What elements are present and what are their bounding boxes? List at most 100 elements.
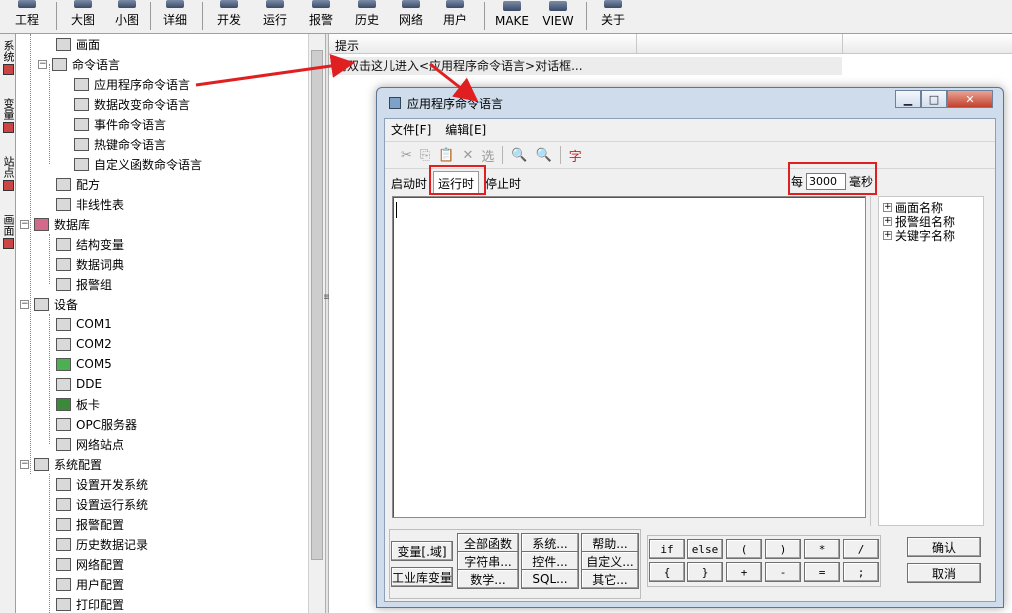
maximize-button[interactable]: □ xyxy=(921,90,947,108)
tree-node-keyword-names[interactable]: + 关键字名称 xyxy=(883,227,955,244)
tree-item-opc-server[interactable]: OPC服务器 xyxy=(56,414,137,434)
paste-icon[interactable]: 📋 xyxy=(438,148,454,163)
small-icons-button[interactable]: 小图 xyxy=(110,0,144,32)
tab-startup[interactable]: 启动时 xyxy=(391,175,427,192)
tree-item-data-dictionary[interactable]: 数据词典 xyxy=(56,254,124,274)
tree-item-print-config[interactable]: 打印配置 xyxy=(56,594,124,613)
tree-item-nonlinear-table[interactable]: 非线性表 xyxy=(56,194,124,214)
tree-item-network-config[interactable]: 网络配置 xyxy=(56,554,124,574)
tree-item-run-system[interactable]: 设置运行系统 xyxy=(56,494,148,514)
find-icon[interactable]: 🔍 xyxy=(511,148,527,163)
column-header-hint[interactable]: 提示 xyxy=(335,37,359,54)
collapse-icon[interactable]: − xyxy=(20,219,29,229)
font-icon[interactable]: 字 xyxy=(569,146,582,165)
user-button[interactable]: 用户 xyxy=(438,0,472,32)
tree-item-alarm-config[interactable]: 报警配置 xyxy=(56,514,124,534)
menu-file[interactable]: 文件[F] xyxy=(391,121,431,138)
tree-item-custom-function[interactable]: 自定义函数命令语言 xyxy=(74,154,202,174)
reference-tree: + 画面名称 + 报警组名称 + 关键字名称 xyxy=(878,196,984,526)
op-equals-button[interactable]: = xyxy=(804,562,840,582)
collapse-icon[interactable]: − xyxy=(20,299,29,309)
close-button[interactable]: ✕ xyxy=(947,90,993,108)
scrollbar-thumb[interactable] xyxy=(311,50,323,560)
math-functions-button[interactable]: 数学... xyxy=(457,569,519,589)
tab-station[interactable]: 站点 xyxy=(0,156,16,191)
custom-functions-button[interactable]: 自定义... xyxy=(581,551,639,571)
cancel-button[interactable]: 取消 xyxy=(907,563,981,583)
op-rparen-button[interactable]: ) xyxy=(765,539,801,559)
alarm-button[interactable]: 报警 xyxy=(304,0,338,32)
industry-lib-variable-button[interactable]: 工业库变量 xyxy=(391,567,453,587)
select-icon[interactable]: 选 xyxy=(481,146,494,165)
tree-item-database[interactable]: − 数据库 xyxy=(20,214,90,234)
develop-button[interactable]: 开发 xyxy=(212,0,246,32)
op-lparen-button[interactable]: ( xyxy=(726,539,762,559)
other-functions-button[interactable]: 其它... xyxy=(581,569,639,589)
tree-item-dde[interactable]: DDE xyxy=(56,374,102,394)
op-rbrace-button[interactable]: } xyxy=(687,562,723,582)
op-minus-button[interactable]: - xyxy=(765,562,801,582)
network-button[interactable]: 网络 xyxy=(394,0,428,32)
control-functions-button[interactable]: 控件... xyxy=(521,551,579,571)
large-icons-button[interactable]: 大图 xyxy=(66,0,100,32)
tree-item-com2[interactable]: COM2 xyxy=(56,334,112,354)
tree-item-board[interactable]: 板卡 xyxy=(56,394,100,414)
tree-item-user-config[interactable]: 用户配置 xyxy=(56,574,124,594)
tab-system[interactable]: 系统 xyxy=(0,40,16,75)
tree-item-com5[interactable]: COM5 xyxy=(56,354,112,374)
op-divide-button[interactable]: / xyxy=(843,539,879,559)
replace-icon[interactable]: 🔍 xyxy=(536,148,552,163)
expand-icon[interactable]: + xyxy=(883,203,892,212)
hint-row[interactable]: 请双击这儿进入<应用程序命令语言>对话框... xyxy=(329,57,842,75)
tree-item-alarm-group[interactable]: 报警组 xyxy=(56,274,112,294)
op-if-button[interactable]: if xyxy=(649,539,685,559)
tree-scrollbar[interactable] xyxy=(308,34,325,613)
variable-field-button[interactable]: 变量[.域] xyxy=(391,541,453,561)
tree-item-dev-system[interactable]: 设置开发系统 xyxy=(56,474,148,494)
tab-variable[interactable]: 变量 xyxy=(0,98,16,133)
sql-functions-button[interactable]: SQL... xyxy=(521,569,579,589)
tree-item-hotkey-command[interactable]: 热键命令语言 xyxy=(74,134,166,154)
tree-item-history-record[interactable]: 历史数据记录 xyxy=(56,534,148,554)
make-button[interactable]: MAKE xyxy=(492,0,532,32)
tree-item-recipe[interactable]: 配方 xyxy=(56,174,100,194)
expand-icon[interactable]: + xyxy=(883,217,892,226)
system-functions-button[interactable]: 系统... xyxy=(521,533,579,553)
minimize-button[interactable]: ▁ xyxy=(895,90,921,108)
script-editor[interactable] xyxy=(392,196,866,518)
details-button[interactable]: 详细 xyxy=(158,0,192,32)
tree-item-event-command[interactable]: 事件命令语言 xyxy=(74,114,166,134)
op-multiply-button[interactable]: * xyxy=(804,539,840,559)
tree-item-screen[interactable]: 画面 xyxy=(56,34,100,54)
all-functions-button[interactable]: 全部函数 xyxy=(457,533,519,553)
tree-item-system-config[interactable]: − 系统配置 xyxy=(20,454,102,474)
op-else-button[interactable]: else xyxy=(687,539,723,559)
history-button[interactable]: 历史 xyxy=(350,0,384,32)
tab-screen[interactable]: 画面 xyxy=(0,214,16,249)
tree-item-device[interactable]: − 设备 xyxy=(20,294,78,314)
tree-item-data-change-command[interactable]: 数据改变命令语言 xyxy=(74,94,190,114)
op-plus-button[interactable]: + xyxy=(726,562,762,582)
tree-item-command-language[interactable]: − 命令语言 xyxy=(38,54,120,74)
op-lbrace-button[interactable]: { xyxy=(649,562,685,582)
collapse-icon[interactable]: − xyxy=(20,459,29,469)
project-button[interactable]: 工程 xyxy=(10,0,44,32)
tree-item-com1[interactable]: COM1 xyxy=(56,314,112,334)
delete-icon[interactable]: ✕ xyxy=(463,148,474,163)
tab-stop[interactable]: 停止时 xyxy=(485,175,521,192)
tree-item-app-command[interactable]: 应用程序命令语言 xyxy=(74,74,190,94)
op-semicolon-button[interactable]: ; xyxy=(843,562,879,582)
help-button[interactable]: 帮助... xyxy=(581,533,639,553)
about-button[interactable]: 关于 xyxy=(596,0,630,32)
view-button[interactable]: VIEW xyxy=(538,0,578,32)
tree-item-network-station[interactable]: 网络站点 xyxy=(56,434,124,454)
collapse-icon[interactable]: − xyxy=(38,59,47,69)
copy-icon[interactable]: ⎘ xyxy=(420,148,430,163)
run-button[interactable]: 运行 xyxy=(258,0,292,32)
ok-button[interactable]: 确认 xyxy=(907,537,981,557)
cut-icon[interactable]: ✂ xyxy=(401,148,412,163)
tree-item-struct-variable[interactable]: 结构变量 xyxy=(56,234,124,254)
expand-icon[interactable]: + xyxy=(883,231,892,240)
menu-edit[interactable]: 编辑[E] xyxy=(445,121,486,138)
string-functions-button[interactable]: 字符串... xyxy=(457,551,519,571)
